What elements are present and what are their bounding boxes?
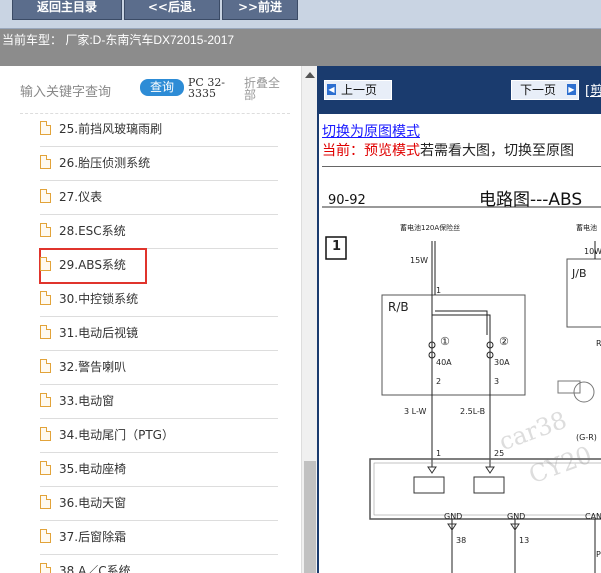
tree-item[interactable]: 25.前挡风玻璃雨刷 (40, 113, 278, 147)
source-label-1: 蓄电池120A保险丝 (400, 224, 461, 232)
document-icon (40, 529, 51, 543)
forward-button[interactable]: >>前进 (222, 0, 298, 20)
scroll-thumb[interactable] (304, 461, 316, 573)
tree-item[interactable]: 31.电动后视镜 (40, 317, 278, 351)
tree-item[interactable]: 33.电动窗 (40, 385, 278, 419)
diagram-title: 电路图---ABS (479, 190, 583, 210)
scrollbar[interactable] (301, 66, 318, 573)
tree-item[interactable]: 27.仪表 (40, 181, 278, 215)
current-mode-label: 当前：预览模式 (322, 143, 420, 159)
document-icon (40, 155, 51, 169)
prev-page-button[interactable]: ◀ 上一页 (324, 80, 392, 100)
next-page-label: 下一页 (520, 83, 557, 97)
tree-item-label: 30.中控锁系统 (59, 292, 139, 306)
pin-3-label: 3 (494, 377, 500, 386)
document-icon (40, 257, 51, 271)
pc-code-label: PC 32-3335 (188, 76, 226, 100)
document-icon (40, 563, 51, 573)
wire-label-p: P (596, 550, 601, 559)
collapse-all-button[interactable]: 折叠全部 (244, 77, 284, 101)
tree-item[interactable]: 28.ESC系统 (40, 215, 278, 249)
source-label-2: 蓄电池 (576, 224, 597, 232)
tree-item-label: 26.胎压侦测系统 (59, 156, 151, 170)
vehicle-info-text: 当前车型： 厂家:D-东南汽车DX72015-2017 (2, 33, 235, 47)
pin-1-label: 1 (436, 286, 442, 295)
tree-item[interactable]: 37.后窗除霜 (40, 521, 278, 555)
tree-item-label: 25.前挡风玻璃雨刷 (59, 122, 163, 136)
prev-page-label: 上一页 (341, 83, 378, 97)
tree-item-label: 38.A／C系统 (59, 564, 131, 573)
wire-label-gr: (G-R) (576, 433, 597, 442)
vehicle-info-bar: 当前车型： 厂家:D-东南汽车DX72015-2017 (0, 29, 601, 66)
mode-status: 当前：预览模式若需看大图，切换至原图 (322, 140, 574, 160)
tree-item-label: 28.ESC系统 (59, 224, 126, 238)
fuse-2-number: ② (499, 335, 509, 348)
wire-label-10w: 10W (584, 247, 601, 256)
document-icon (40, 291, 51, 305)
gnd-label-2: GND (507, 512, 526, 521)
left-arrow-icon: ◀ (327, 84, 336, 95)
document-icon (40, 461, 51, 475)
diagram-page-number: 90-92 (328, 193, 366, 208)
pager-bar: ◀ 上一页 下一页 ▶ [剪 (319, 66, 601, 114)
tree-item[interactable]: 30.中控锁系统 (40, 283, 278, 317)
tree-item-label: 37.后窗除霜 (59, 530, 127, 544)
top-nav-bar: 返回主目录 <<后退. >>前进 (0, 0, 601, 29)
tree-item-label: 35.电动座椅 (59, 462, 127, 476)
connector-pin-1: 1 (436, 449, 442, 458)
search-input[interactable]: 输入关键字查询 (20, 81, 111, 100)
scroll-up-icon[interactable] (305, 72, 315, 78)
back-button[interactable]: <<后退. (124, 0, 220, 20)
diagram-box-number: 1 (332, 239, 342, 254)
tree-item-label: 29.ABS系统 (59, 258, 126, 272)
document-icon (40, 495, 51, 509)
tree-item-label: 36.电动天窗 (59, 496, 127, 510)
next-page-button[interactable]: 下一页 ▶ (511, 80, 579, 100)
document-icon (40, 359, 51, 373)
fuse-1-rating: 40A (436, 358, 452, 367)
tree-item-label: 34.电动尾门（PTG） (59, 428, 174, 442)
document-icon (40, 121, 51, 135)
document-icon (40, 189, 51, 203)
wire-label-r: R (596, 339, 601, 348)
tree-item[interactable]: 36.电动天窗 (40, 487, 278, 521)
tree-item[interactable]: 38.A／C系统 (40, 555, 278, 573)
right-arrow-icon: ▶ (567, 84, 576, 95)
document-icon (40, 325, 51, 339)
search-button[interactable]: 查询 (140, 79, 184, 96)
document-icon (40, 393, 51, 407)
rb-label: R/B (388, 300, 409, 314)
can-label: CAN (585, 512, 601, 521)
mode-hint: 若需看大图，切换至原图 (420, 143, 574, 159)
tree-item-label: 27.仪表 (59, 190, 103, 204)
wire-label-b: 2.5L-B (460, 407, 486, 416)
home-button[interactable]: 返回主目录 (12, 0, 122, 20)
wire-label-a: 3 L-W (404, 407, 427, 416)
document-icon (40, 223, 51, 237)
tree-item-label: 32.警告喇叭 (59, 360, 127, 374)
tree-panel: 输入关键字查询 查询 PC 32-3335 折叠全部 25.前挡风玻璃雨刷 26.… (0, 66, 301, 573)
tree-item[interactable]: 26.胎压侦测系统 (40, 147, 278, 181)
pin-38-label: 38 (456, 536, 467, 545)
wiring-diagram[interactable]: 90-92 电路图---ABS 1 蓄电池120A保险丝 蓄电池 15W 10W… (322, 166, 601, 573)
fuse-1-number: ① (440, 335, 450, 348)
switch-original-mode-link[interactable]: 切换为原图模式 (322, 121, 420, 141)
tree-item-label: 31.电动后视镜 (59, 326, 139, 340)
content-panel: ◀ 上一页 下一页 ▶ [剪 切换为原图模式 当前：预览模式若需看大图，切换至原… (317, 66, 601, 573)
pin-13-label: 13 (519, 536, 530, 545)
cut-link[interactable]: [剪 (585, 80, 601, 99)
tree-item[interactable]: 29.ABS系统 (39, 248, 147, 284)
gnd-label-1: GND (444, 512, 463, 521)
document-icon (40, 427, 51, 441)
tree-item[interactable]: 32.警告喇叭 (40, 351, 278, 385)
tree-item[interactable]: 35.电动座椅 (40, 453, 278, 487)
pin-2-label: 2 (436, 377, 442, 386)
wire-label-15w: 15W (410, 256, 429, 265)
jb-label: J/B (572, 267, 587, 280)
tree-item-label: 33.电动窗 (59, 394, 115, 408)
tree-item[interactable]: 34.电动尾门（PTG） (40, 419, 278, 453)
fuse-2-rating: 30A (494, 358, 510, 367)
